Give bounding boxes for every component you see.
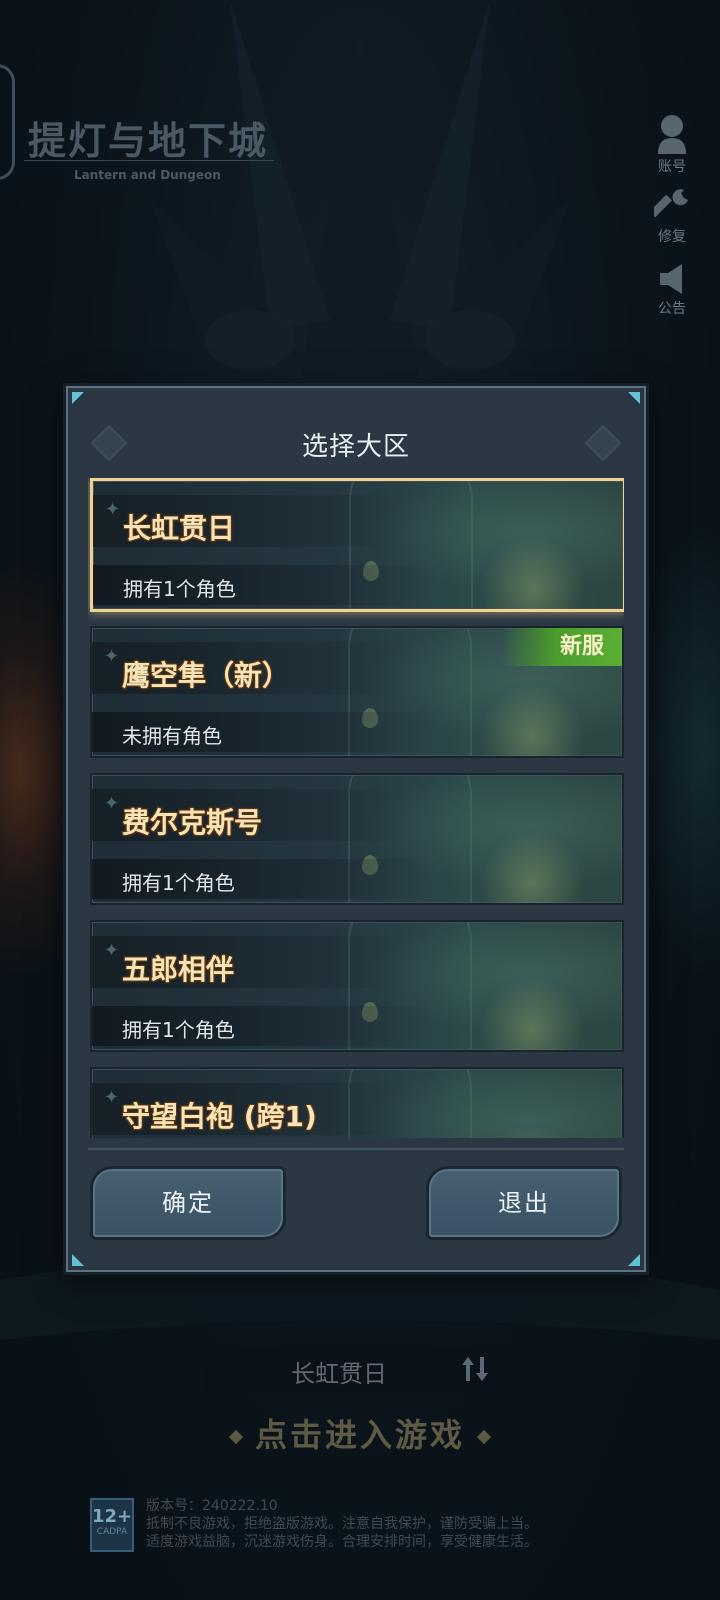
wrench-icon xyxy=(654,189,688,218)
logo-divider xyxy=(24,160,274,161)
current-server-name: 长虹贯日 xyxy=(291,1360,387,1388)
server-name: 长虹贯日 xyxy=(123,512,236,545)
server-item-1[interactable]: ✦ 鹰空隼（新） 未拥有角色 新服 xyxy=(90,626,624,758)
logo-frame xyxy=(0,64,15,180)
server-select-dialog: 选择大区 ✦ 长虹贯日 拥有1个角色 ✦ 鹰空隼（新） 未拥有角色 新服 ✦ 费… xyxy=(66,386,646,1272)
repair-label: 修复 xyxy=(658,229,686,245)
sparkle-icon: ✦ xyxy=(104,940,120,961)
age-rating: 12+ xyxy=(92,1506,133,1527)
server-status: 未拥有角色 xyxy=(122,724,222,748)
server-status: 拥有1个角色 xyxy=(122,871,235,895)
diamond-ornament xyxy=(476,1429,492,1445)
footer-notice: 版本号：240222.10 抵制不良游戏，拒绝盗版游戏。注意自我保护，谨防受骗上… xyxy=(146,1497,666,1551)
announcement-label: 公告 xyxy=(658,301,686,317)
server-item-4[interactable]: ✦ 守望白袍 (跨1) xyxy=(90,1067,624,1138)
sparkle-icon: ✦ xyxy=(105,499,121,520)
corner-ornament xyxy=(628,392,640,404)
server-item-2[interactable]: ✦ 费尔克斯号 拥有1个角色 xyxy=(90,773,624,905)
sparkle-icon: ✦ xyxy=(104,793,120,814)
corner-ornament xyxy=(628,1254,640,1266)
age-rating-org: CADPA xyxy=(96,1527,128,1537)
server-item-0[interactable]: ✦ 长虹贯日 拥有1个角色 xyxy=(90,478,624,612)
server-list[interactable]: ✦ 长虹贯日 拥有1个角色 ✦ 鹰空隼（新） 未拥有角色 新服 ✦ 费尔克斯号 … xyxy=(88,478,624,1138)
switch-server-icon xyxy=(462,1357,488,1381)
new-server-badge: 新服 xyxy=(502,628,622,666)
server-name: 五郎相伴 xyxy=(122,953,235,986)
server-status: 拥有1个角色 xyxy=(122,1018,235,1042)
health-notice-line-1: 抵制不良游戏，拒绝盗版游戏。注意自我保护，谨防受骗上当。 xyxy=(146,1516,538,1532)
server-name: 守望白袍 (跨1) xyxy=(122,1100,317,1133)
exit-button[interactable]: 退出 xyxy=(426,1166,622,1240)
server-status: 拥有1个角色 xyxy=(123,577,236,601)
announcement-button[interactable]: 公告 xyxy=(642,262,702,318)
confirm-button[interactable]: 确定 xyxy=(90,1166,286,1240)
current-server-selector[interactable]: 长虹贯日 xyxy=(204,1346,504,1392)
account-icon xyxy=(658,115,686,154)
repair-button[interactable]: 修复 xyxy=(642,186,702,246)
enter-game-label: 点击进入游戏 xyxy=(254,1416,465,1454)
account-button[interactable]: 账号 xyxy=(642,112,702,176)
health-notice-line-2: 适度游戏益脑，沉迷游戏伤身。合理安排时间，享受健康生活。 xyxy=(146,1534,538,1550)
game-logo-title: 提灯与地下城 xyxy=(28,118,269,163)
server-name: 费尔克斯号 xyxy=(122,806,263,839)
server-item-3[interactable]: ✦ 五郎相伴 拥有1个角色 xyxy=(90,920,624,1052)
list-divider xyxy=(88,1148,624,1150)
age-rating-badge: 12+ CADPA xyxy=(90,1498,134,1552)
enter-game-button[interactable]: 点击进入游戏 xyxy=(0,1410,720,1456)
sparkle-icon: ✦ xyxy=(104,646,120,667)
dialog-title: 选择大区 xyxy=(301,432,410,462)
speaker-icon xyxy=(660,264,682,294)
diamond-ornament xyxy=(228,1429,244,1445)
server-name: 鹰空隼（新） xyxy=(122,659,291,692)
game-logo-subtitle: Lantern and Dungeon xyxy=(74,168,221,182)
corner-ornament xyxy=(72,1254,84,1266)
sparkle-icon: ✦ xyxy=(104,1087,120,1108)
version-label: 版本号：240222.10 xyxy=(146,1498,278,1514)
account-label: 账号 xyxy=(658,159,686,175)
corner-ornament xyxy=(72,392,84,404)
